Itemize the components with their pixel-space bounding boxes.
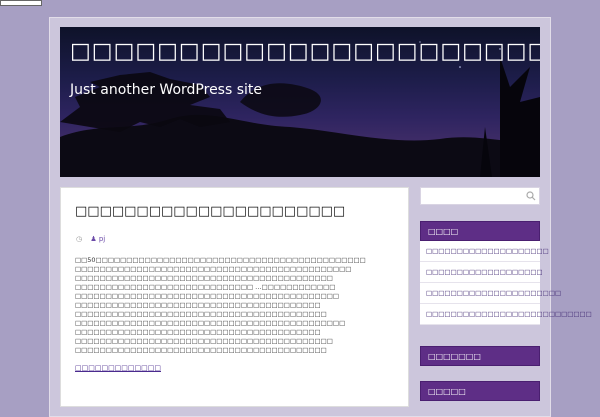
excerpt-line: □□□□□□□□□□□□□□□□□□□□□□□□□□□□□□□□□□□□□□□□… <box>75 274 333 282</box>
excerpt-line: □□□□□□□□□□□□□□□□□□□□□□□□□□□□□□□□□□□□□□□□ <box>75 328 321 336</box>
list-item[interactable]: □□□□□□□□□□□□□□□□□□□□ <box>420 241 549 262</box>
author-link[interactable]: ♟ pj <box>90 235 105 243</box>
excerpt-line: □□□□□□□□□□□□□□□□□□□□□□□□□□□□□□□□□□□□□□□□… <box>75 310 327 318</box>
list-item[interactable]: □□□□□□□□□□□□□□□□□□□□□□□□□□□ <box>420 304 592 325</box>
search-icon[interactable] <box>526 191 536 201</box>
widget-archives: □□□□□ <box>420 381 540 401</box>
list-item[interactable]: □□□□□□□□□□□□□□□□□□□ <box>420 262 543 283</box>
site-header: □□□□□□□□□□□□□□□□□□□□□□□□□□□□□ Just anoth… <box>60 27 540 177</box>
widget-recent-comments: □□□□□□□ <box>420 346 540 366</box>
search-input[interactable] <box>423 190 523 202</box>
site-description: Just another WordPress site <box>70 82 263 98</box>
widget-title: □□□□ <box>420 221 540 241</box>
post-title[interactable]: □□□□□□□□□□□□□□□□□□□□□□ <box>75 204 345 219</box>
admin-bar-stub <box>0 0 42 6</box>
post-excerpt: □□50□□□□□□□□□□□□□□□□□□□□□□□□□□□□□□□□□□□□… <box>75 256 397 355</box>
widget-title: □□□□□ <box>420 381 540 401</box>
widget-title: □□□□□□□ <box>420 346 540 366</box>
post-meta: ◷ ♟ pj <box>76 235 105 243</box>
excerpt-line: □□□□□□□□□□□□□□□□□□□□□□□□□□□□□□□□□□□□□□□□… <box>75 319 346 327</box>
excerpt-line: □□□□□□□□□□□□□□□□□□□□□□□□□□□□□ …□□□□□□□□□… <box>75 283 336 291</box>
excerpt-line: □□□□□□□□□□□□□□□□□□□□□□□□□□□□□□□□□□□□□□□□… <box>75 292 340 300</box>
excerpt-line: □□□□□□□□□□□□□□□□□□□□□□□□□□□□□□□□□□□□□□□□… <box>75 346 327 354</box>
excerpt-line: □□□□□□□□□□□□□□□□□□□□□□□□□□□□□□□□□□□□□□□□ <box>75 301 321 309</box>
site-title[interactable]: □□□□□□□□□□□□□□□□□□□□□□□□□□□□□ <box>70 39 540 64</box>
widget-list: □□□□□□□□□□□□□□□□□□□□ □□□□□□□□□□□□□□□□□□□… <box>420 241 592 325</box>
list-item[interactable]: □□□□□□□□□□□□□□□□□□□□□□ <box>420 283 561 304</box>
user-icon: ♟ <box>90 235 97 243</box>
post-article: □□□□□□□□□□□□□□□□□□□□□□ ◷ ♟ pj □□50□□□□□□… <box>60 187 409 407</box>
excerpt-line: □□50□□□□□□□□□□□□□□□□□□□□□□□□□□□□□□□□□□□□… <box>75 256 366 264</box>
author-name[interactable]: pj <box>99 235 105 243</box>
widget-recent-posts: □□□□ □□□□□□□□□□□□□□□□□□□□ □□□□□□□□□□□□□□… <box>420 221 592 325</box>
excerpt-line: □□□□□□□□□□□□□□□□□□□□□□□□□□□□□□□□□□□□□□□□… <box>75 265 352 273</box>
search-form <box>420 187 540 205</box>
continue-reading-link[interactable]: □□□□□□□□□□□□□ <box>75 364 161 372</box>
excerpt-line: □□□□□□□□□□□□□□□□□□□□□□□□□□□□□□□□□□□□□□□□… <box>75 337 333 345</box>
clock-icon: ◷ <box>76 235 83 243</box>
